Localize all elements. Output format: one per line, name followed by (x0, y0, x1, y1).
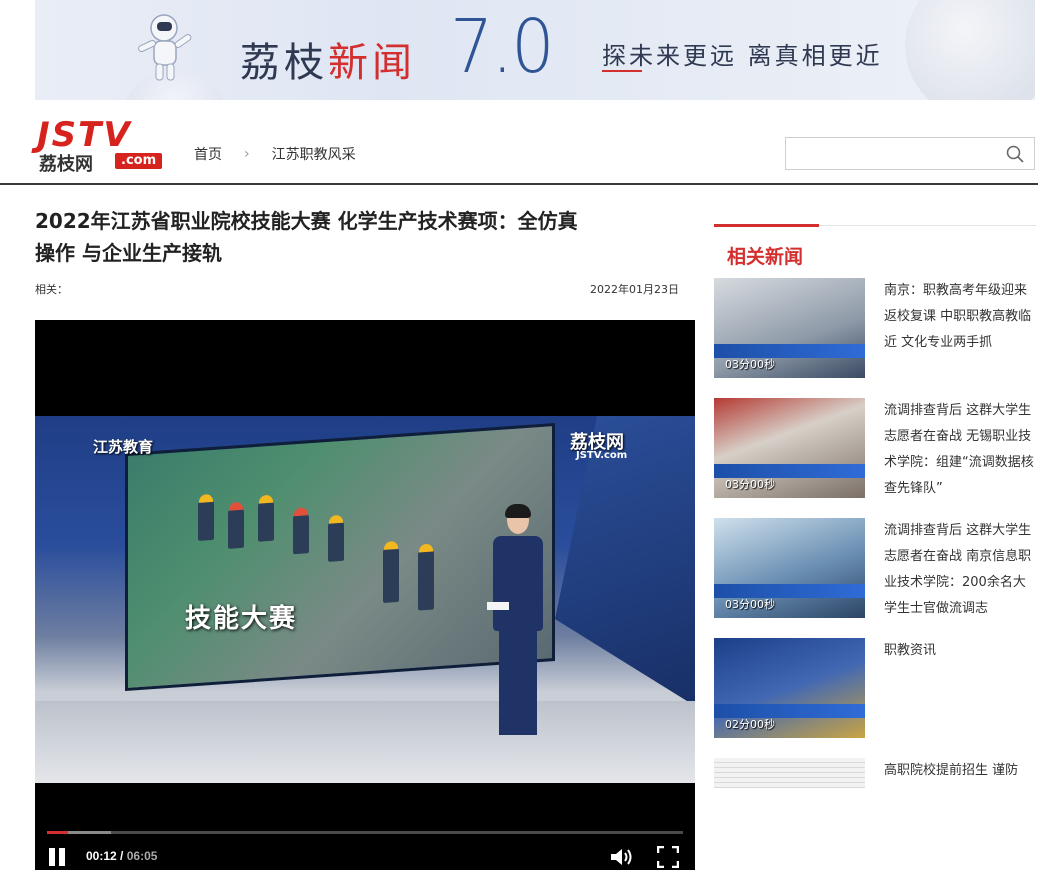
news-title[interactable]: 职教资讯 (884, 638, 1034, 664)
player-controls: 00:12 / 06:05 (35, 820, 695, 870)
astronaut-icon (138, 14, 192, 81)
related-news-header: 相关新闻 (714, 224, 1036, 270)
progress-played (47, 831, 68, 834)
video-duration: 03分00秒 (725, 358, 775, 371)
video-duration: 03分00秒 (725, 478, 775, 491)
related-news-sidebar: 相关新闻 03分00秒 南京：职教高考年级迎来返校复课 中职职教高教临近 文化专… (714, 224, 1036, 788)
video-caption: 技能大赛 (185, 604, 298, 634)
publish-date: 2022年01月23日 (590, 283, 679, 296)
related-label: 相关： (35, 283, 68, 296)
slogan-underline (602, 70, 642, 72)
news-thumbnail[interactable]: 03分00秒 (714, 398, 865, 498)
banner-slogan: 探未来更远 离真相更近 (602, 42, 883, 70)
news-thumbnail[interactable]: 03分00秒 (714, 518, 865, 618)
news-item[interactable]: 03分00秒 流调排查背后 这群大学生志愿者在奋战 南京信息职业技术学院：200… (714, 518, 1036, 618)
time-display: 00:12 / 06:05 (86, 849, 157, 863)
news-title[interactable]: 流调排查背后 这群大学生志愿者在奋战 无锡职业技术学院：组建“流调数据核查先锋队… (884, 398, 1034, 502)
pause-button[interactable] (47, 848, 67, 868)
news-thumbnail[interactable] (714, 758, 865, 788)
moon-graphic (905, 0, 1035, 100)
search-input[interactable] (786, 138, 986, 169)
breadcrumb-section[interactable]: 江苏职教风采 (272, 144, 356, 164)
video-frame[interactable]: 技能大赛 江苏教育 荔枝网 JSTV.com (35, 416, 695, 783)
news-thumbnail[interactable]: 02分00秒 (714, 638, 865, 738)
logo-jstv: JSTV (37, 115, 132, 155)
search-box (785, 137, 1035, 170)
news-title[interactable]: 高职院校提前招生 谨防 (884, 758, 1034, 784)
banner-title: 荔枝新闻 (240, 40, 416, 86)
channel-logo: 江苏教育 (93, 438, 154, 456)
news-item[interactable]: 03分00秒 南京：职教高考年级迎来返校复课 中职职教高教临近 文化专业两手抓 (714, 278, 1036, 378)
volume-icon[interactable] (609, 846, 633, 868)
news-title[interactable]: 流调排查背后 这群大学生志愿者在奋战 南京信息职业技术学院：200余名大学生士官… (884, 518, 1034, 622)
site-logo[interactable]: JSTV 荔枝网 .com (37, 115, 167, 175)
news-item[interactable]: 03分00秒 流调排查背后 这群大学生志愿者在奋战 无锡职业技术学院：组建“流调… (714, 398, 1036, 498)
logo-cn: 荔枝网 (39, 154, 93, 175)
search-icon[interactable] (1006, 145, 1024, 163)
video-duration: 03分00秒 (725, 598, 775, 611)
breadcrumb-home[interactable]: 首页 (194, 144, 222, 164)
news-item[interactable]: 高职院校提前招生 谨防 (714, 758, 1036, 788)
article-title: 2022年江苏省职业院校技能大赛 化学生产技术赛项：全仿真操作 与企业生产接轨 (35, 209, 578, 265)
banner-version: 7.0 (450, 4, 555, 90)
total-duration: 06:05 (126, 849, 158, 863)
video-duration: 02分00秒 (725, 718, 775, 731)
news-thumbnail[interactable]: 03分00秒 (714, 278, 865, 378)
related-news-heading: 相关新闻 (727, 246, 804, 268)
studio-floor (35, 701, 695, 783)
time-separator: / (116, 849, 127, 863)
news-item[interactable]: 02分00秒 职教资讯 (714, 638, 1036, 738)
breadcrumb: 首页 › 江苏职教风采 (194, 144, 356, 164)
top-banner-ad[interactable]: 荔枝新闻 7.0 探未来更远 离真相更近 (35, 0, 1035, 100)
news-title[interactable]: 南京：职教高考年级迎来返校复课 中职职教高教临近 文化专业两手抓 (884, 278, 1034, 356)
news-anchor (483, 504, 553, 746)
fullscreen-icon[interactable] (657, 846, 679, 868)
chevron-right-icon: › (244, 146, 250, 162)
video-player[interactable]: 技能大赛 江苏教育 荔枝网 JSTV.com 00:12 / 06:05 (35, 320, 695, 870)
progress-bar[interactable] (47, 831, 683, 834)
video-watermark-sub: JSTV.com (576, 450, 628, 461)
heading-accent-bar (714, 224, 819, 227)
logo-com: .com (115, 153, 163, 169)
current-time: 00:12 (86, 849, 117, 863)
site-header: JSTV 荔枝网 .com 首页 › 江苏职教风采 (0, 100, 1038, 185)
